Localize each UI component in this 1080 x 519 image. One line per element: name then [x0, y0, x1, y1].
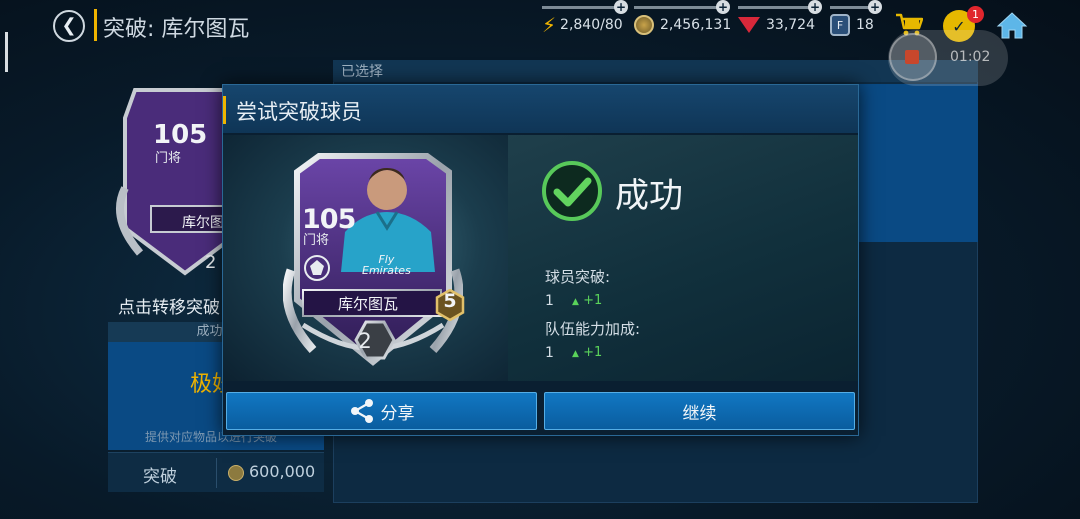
fifa-points-icon: F	[830, 14, 850, 36]
team-power-change-value: +1	[583, 345, 603, 360]
back-icon: ❮	[61, 15, 77, 36]
page-title: 突破: 库尔图瓦	[103, 17, 250, 42]
player-breakthrough-change-value: +1	[583, 293, 603, 308]
team-power-value: 1	[545, 345, 554, 361]
player-level: 5	[443, 290, 457, 312]
stop-icon	[905, 50, 919, 64]
coins-plus-icon[interactable]: +	[716, 0, 730, 14]
stat-divider	[542, 6, 620, 9]
fifa-points-value: 18	[856, 17, 874, 33]
back-button[interactable]: ❮	[53, 10, 85, 42]
bolt-icon: ⚡	[542, 13, 557, 37]
home-icon[interactable]	[996, 10, 1028, 40]
shirt-sponsor: Fly Emirates	[362, 254, 411, 276]
stat-divider	[634, 6, 724, 9]
selected-panel-header	[333, 60, 978, 82]
player-position: 门将	[303, 233, 330, 248]
stamina-value: 2,840/80	[560, 17, 623, 33]
gems-stat[interactable]: + 33,724	[738, 0, 822, 42]
dialog-title-accent	[223, 96, 226, 124]
background-card-rating: 105	[153, 120, 208, 150]
arrow-up-icon: ▲	[572, 297, 579, 307]
continue-label: 继续	[682, 403, 717, 424]
background-card-rank: 2	[205, 252, 217, 273]
team-power-label: 队伍能力加成:	[545, 320, 641, 338]
background-card-position: 门将	[155, 151, 182, 166]
selected-label: 已选择	[341, 64, 383, 80]
fifa-points-stat[interactable]: + F 18	[830, 0, 882, 42]
share-button[interactable]: 分享	[226, 392, 537, 430]
player-name: 库尔图瓦	[337, 295, 398, 313]
gem-icon	[738, 17, 760, 33]
continue-button[interactable]: 继续	[544, 392, 855, 430]
fifa-points-plus-icon[interactable]: +	[868, 0, 882, 14]
coin-icon	[228, 465, 244, 481]
gems-plus-icon[interactable]: +	[808, 0, 822, 14]
share-label: 分享	[380, 403, 415, 424]
coins-value: 2,456,131	[660, 17, 732, 33]
breakthrough-cost: 600,000	[249, 462, 316, 481]
arrow-up-icon: ▲	[572, 349, 579, 359]
title-accent-bar	[94, 9, 97, 41]
gems-value: 33,724	[766, 17, 815, 33]
edge-indicator	[5, 32, 8, 72]
stamina-stat[interactable]: + ⚡ 2,840/80	[542, 0, 628, 42]
stamina-plus-icon[interactable]: +	[614, 0, 628, 14]
notification-badge: 1	[967, 6, 984, 23]
row-divider	[216, 458, 217, 488]
player-breakthrough-change: ▲ +1	[572, 293, 602, 308]
transfer-prompt: 点击转移突破	[118, 298, 220, 318]
selected-slot[interactable]	[858, 84, 978, 242]
coin-icon	[634, 15, 654, 35]
shirt-sponsor-line2: Emirates	[362, 264, 411, 277]
result-text: 成功	[615, 176, 683, 216]
player-rank: 2	[358, 329, 372, 353]
player-breakthrough-label: 球员突破:	[545, 268, 611, 286]
check-icon	[542, 161, 602, 221]
dialog-title: 尝试突破球员	[236, 100, 362, 124]
team-power-change: ▲ +1	[572, 345, 602, 360]
breakthrough-label: 突破	[143, 467, 177, 487]
coins-stat[interactable]: + 2,456,131	[634, 0, 732, 42]
player-breakthrough-value: 1	[545, 293, 554, 309]
recording-time: 01:02	[950, 49, 991, 65]
share-icon	[350, 399, 373, 423]
